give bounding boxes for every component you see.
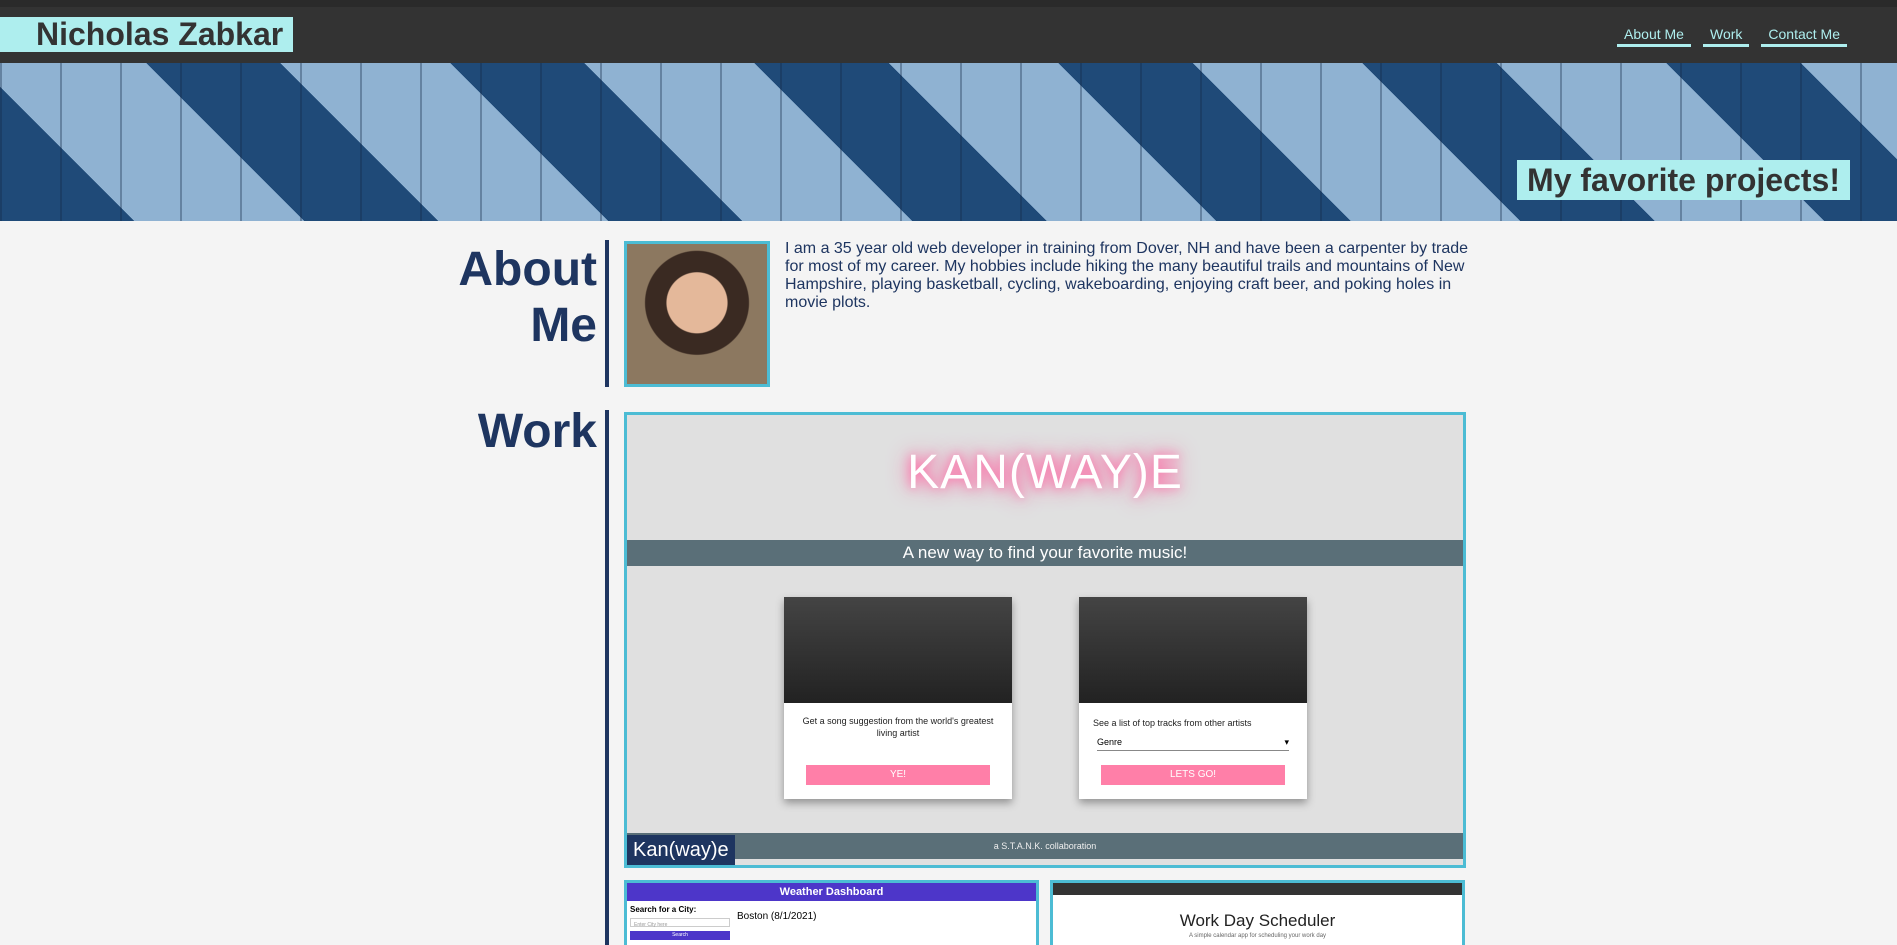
hero-tagline: My favorite projects! (1517, 160, 1850, 200)
project-kanwaye[interactable]: KAN(WAY)E A new way to find your favorit… (624, 412, 1466, 868)
hero-banner: My favorite projects! (0, 63, 1897, 221)
weather-search-panel: Search for a City: Enter City here Searc… (630, 905, 730, 940)
weather-title: Weather Dashboard (627, 883, 1036, 901)
weather-search-button: Search (630, 931, 730, 940)
weather-input-placeholder: Enter City here (634, 922, 668, 928)
about-heading: About Me (458, 243, 597, 352)
card-text: Get a song suggestion from the world's g… (802, 716, 994, 738)
nav-link-contact-me[interactable]: Contact Me (1761, 23, 1847, 47)
browser-bar (1053, 883, 1462, 895)
project-work-day-scheduler[interactable]: Work Day Scheduler A simple calendar app… (1050, 880, 1465, 945)
genre-select-value: Genre (1097, 737, 1123, 747)
weather-city: Boston (8/1/2021) (737, 911, 817, 922)
about-divider (605, 240, 609, 387)
kanwaye-logo: KAN(WAY)E (907, 446, 1183, 499)
card-photo (784, 597, 1012, 703)
weather-search-input: Enter City here (630, 918, 730, 928)
about-bio: I am a 35 year old web developer in trai… (785, 240, 1469, 311)
kanwaye-banner: A new way to find your favorite music! (627, 540, 1463, 566)
project-weather-dashboard[interactable]: Weather Dashboard Search for a City: Ent… (624, 880, 1039, 945)
top-navbar: Nicholas Zabkar About Me Work Contact Me (0, 0, 1897, 63)
avatar (624, 241, 770, 387)
card-button: YE! (806, 765, 990, 785)
genre-select: Genre ▾ (1097, 737, 1289, 751)
weather-search-label: Search for a City: (630, 905, 697, 914)
scheduler-subtitle: A simple calendar app for scheduling you… (1188, 933, 1327, 939)
caret-down-icon: ▾ (1284, 737, 1289, 747)
kanwaye-card-suggestion: Get a song suggestion from the world's g… (784, 597, 1012, 799)
work-heading: Work (477, 405, 597, 458)
card-photo (1079, 597, 1307, 703)
nav-link-work[interactable]: Work (1702, 23, 1750, 47)
kanwaye-footer: a S.T.A.N.K. collaboration (627, 833, 1463, 859)
kanwaye-card-top-tracks: See a list of top tracks from other arti… (1079, 597, 1307, 799)
scheduler-title: Work Day Scheduler (1179, 911, 1336, 930)
site-brand[interactable]: Nicholas Zabkar (0, 17, 293, 52)
main-nav: About Me Work Contact Me (1617, 23, 1847, 47)
project-label: Kan(way)e (627, 835, 735, 865)
work-divider (605, 410, 609, 945)
card-button: LETS GO! (1101, 765, 1285, 785)
nav-link-about-me[interactable]: About Me (1617, 23, 1691, 47)
card-text: See a list of top tracks from other arti… (1093, 718, 1252, 728)
